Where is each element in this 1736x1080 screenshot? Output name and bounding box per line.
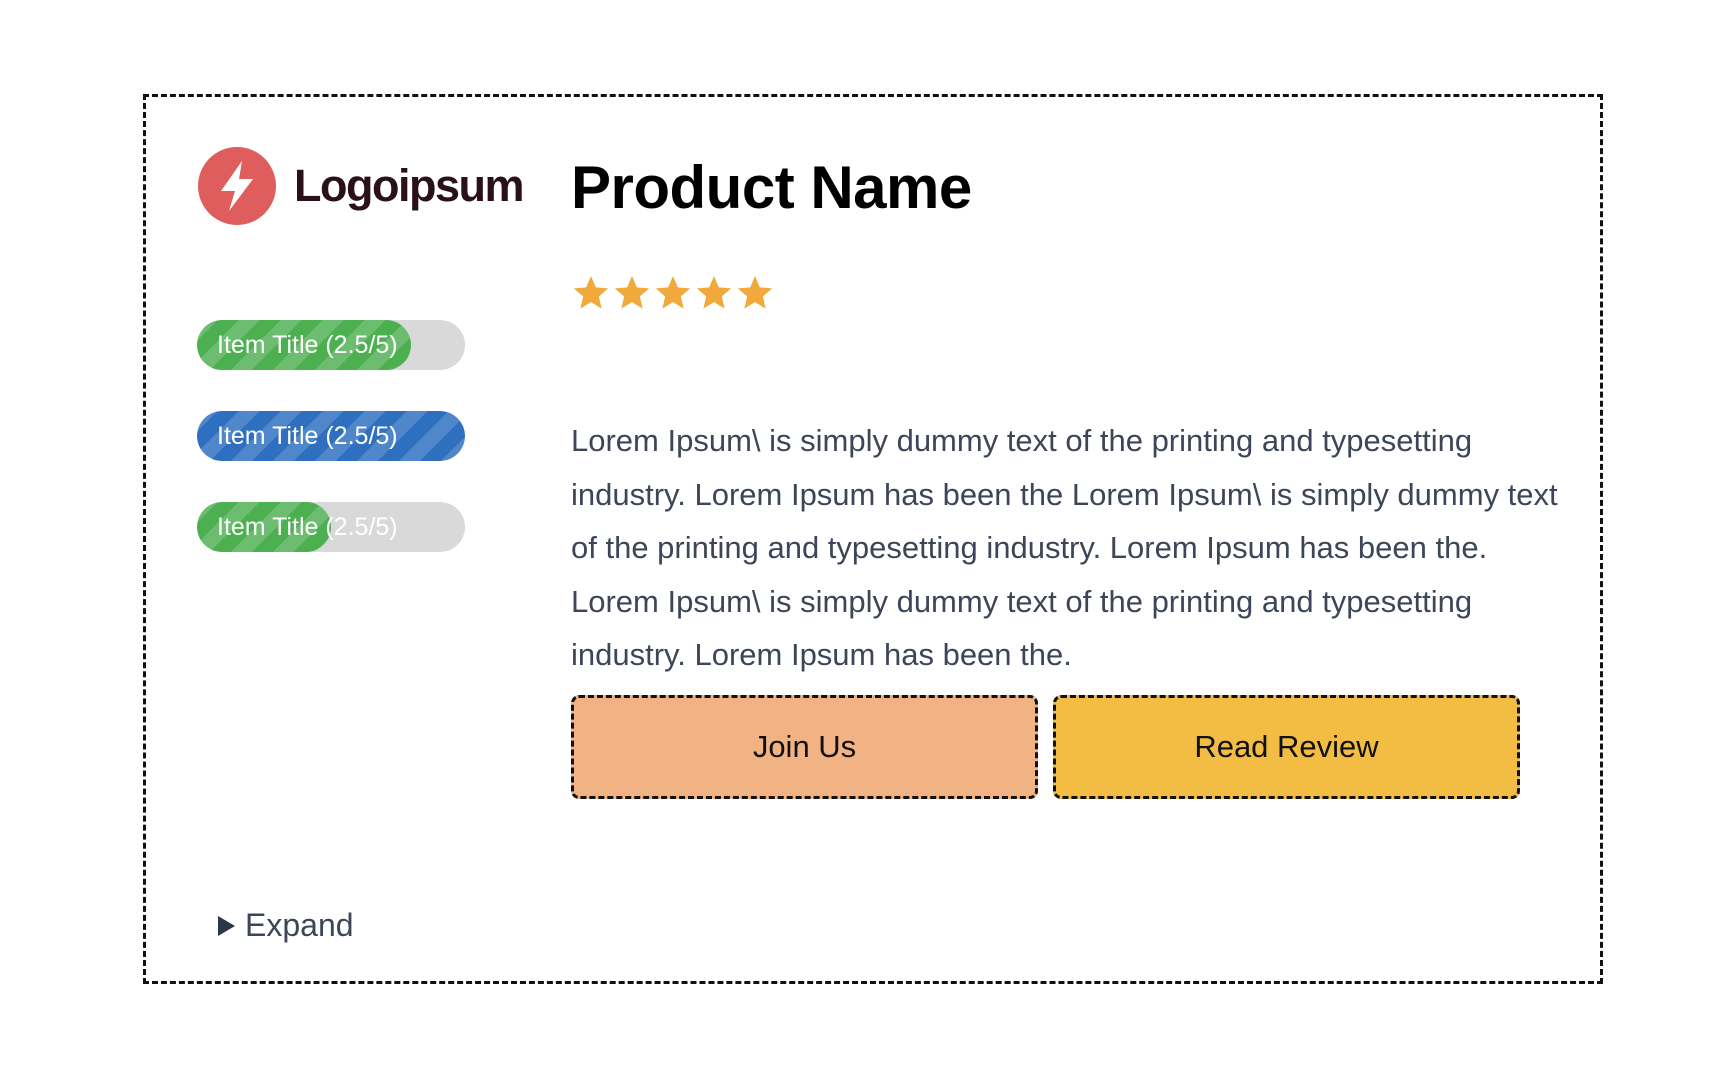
triangle-right-icon — [218, 915, 235, 936]
join-us-button[interactable]: Join Us — [571, 695, 1038, 799]
star-icon — [696, 276, 732, 309]
star-icon — [573, 276, 609, 309]
product-card: Logoipsum Item Title (2.5/5) Item Title … — [143, 94, 1603, 984]
star-icon — [655, 276, 691, 309]
brand-logo: Logoipsum — [198, 147, 524, 225]
progress-bar-label: Item Title (2.5/5) — [217, 331, 398, 359]
star-icon — [737, 276, 773, 309]
expand-label: Expand — [245, 907, 354, 943]
product-description: Lorem Ipsum\ is simply dummy text of the… — [571, 423, 1558, 672]
progress-bar: Item Title (2.5/5) — [197, 320, 465, 370]
star-rating — [571, 273, 775, 313]
progress-bar: Item Title (2.5/5) — [197, 502, 465, 552]
progress-bar-label: Item Title (2.5/5) — [217, 422, 398, 450]
product-title: Product Name — [571, 154, 972, 221]
star-icon — [614, 276, 650, 309]
progress-list: Item Title (2.5/5) Item Title (2.5/5) It… — [197, 320, 465, 593]
progress-bar-label: Item Title (2.5/5) — [217, 513, 398, 541]
lightning-bolt-icon — [198, 147, 276, 225]
expand-toggle[interactable]: Expand — [218, 907, 354, 944]
read-review-button[interactable]: Read Review — [1053, 695, 1520, 799]
brand-name: Logoipsum — [294, 160, 524, 211]
progress-bar: Item Title (2.5/5) — [197, 411, 465, 461]
